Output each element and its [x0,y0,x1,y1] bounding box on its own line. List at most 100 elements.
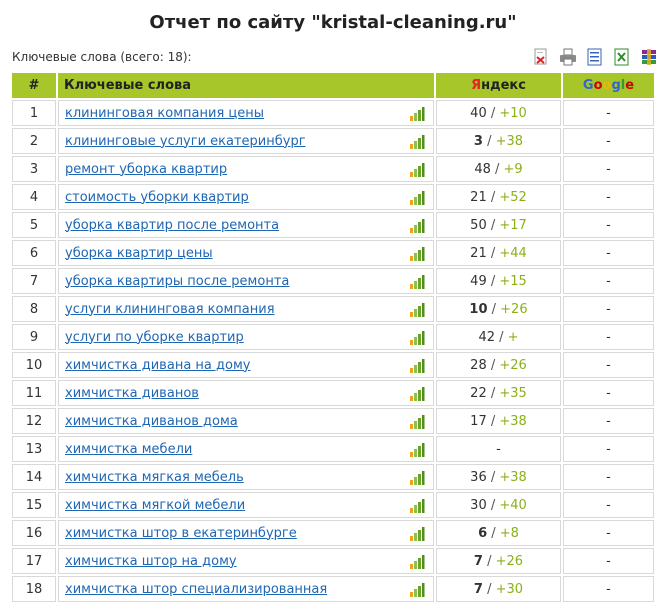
keyword-link[interactable]: химчистка штор на дому [65,554,237,569]
yandex-cell: 30 / +40 [436,492,561,518]
yandex-separator: / [486,189,500,205]
bar-chart-icon[interactable] [409,330,425,346]
google-cell: - [563,324,654,350]
google-logo-letter: G [582,78,594,93]
keyword-link[interactable]: уборка квартир цены [65,246,213,261]
keyword-link[interactable]: ремонт уборка квартир [65,162,227,177]
keyword-link[interactable]: уборка квартиры после ремонта [65,274,289,289]
keyword-cell: уборка квартиры после ремонта [58,268,434,294]
google-cell: - [563,296,654,322]
yandex-cell: 6 / +8 [436,520,561,546]
table-row: 2 клининговые услуги екатеринбург 3 / +38- [12,128,654,154]
keyword-link[interactable]: химчистка штор в екатеринбурге [65,526,297,541]
yandex-position: 6 [478,525,488,541]
yandex-change: +38 [499,469,527,485]
keyword-link[interactable]: химчистка мягкая мебель [65,470,244,485]
row-number: 6 [12,240,56,266]
keyword-cell: химчистка штор на дому [58,548,434,574]
keyword-link[interactable]: стоимость уборки квартир [65,190,249,205]
bar-chart-icon[interactable] [409,582,425,598]
yandex-separator: / [487,525,500,541]
excel-export-icon[interactable] [613,48,631,66]
row-number: 2 [12,128,56,154]
word-export-icon[interactable] [586,48,604,66]
bar-chart-icon[interactable] [409,358,425,374]
yandex-change: +44 [499,245,527,261]
keyword-link[interactable]: химчистка диванов дома [65,414,238,429]
keyword-link[interactable]: химчистка штор специализированная [65,582,327,597]
bar-chart-icon[interactable] [409,386,425,402]
google-cell: - [563,128,654,154]
yandex-position: 21 [470,189,487,205]
bar-chart-icon[interactable] [409,526,425,542]
archive-export-icon[interactable] [640,48,658,66]
yandex-change: +26 [495,553,524,569]
bar-chart-icon[interactable] [409,414,425,430]
table-row: 4 стоимость уборки квартир 21 / +52- [12,184,654,210]
keyword-cell: химчистка мягкая мебель [58,464,434,490]
yandex-cell: 10 / +26 [436,296,561,322]
keyword-link[interactable]: химчистка мебели [65,442,192,457]
bar-chart-icon[interactable] [409,162,425,178]
google-cell: - [563,492,654,518]
yandex-separator: / [494,329,508,345]
row-number: 7 [12,268,56,294]
yandex-position: - [496,441,501,457]
bar-chart-icon[interactable] [409,190,425,206]
keyword-link[interactable]: уборка квартир после ремонта [65,218,279,233]
yandex-position: 7 [473,581,483,597]
yandex-position: 49 [470,273,487,289]
bar-chart-icon[interactable] [409,442,425,458]
yandex-cell: 21 / +44 [436,240,561,266]
bar-chart-icon[interactable] [409,554,425,570]
pdf-export-icon[interactable] [532,48,550,66]
bar-chart-icon[interactable] [409,274,425,290]
google-cell: - [563,576,654,602]
table-row: 17 химчистка штор на дому 7 / +26- [12,548,654,574]
print-icon[interactable] [559,48,577,66]
bar-chart-icon[interactable] [409,134,425,150]
bar-chart-icon[interactable] [409,218,425,234]
keyword-link[interactable]: клининговые услуги екатеринбург [65,134,306,149]
keyword-link[interactable]: услуги клининговая компания [65,302,275,317]
yandex-cell: 17 / +38 [436,408,561,434]
table-row: 5 уборка квартир после ремонта 50 / +17- [12,212,654,238]
bar-chart-icon[interactable] [409,470,425,486]
yandex-separator: / [486,413,500,429]
yandex-change: +17 [499,217,527,233]
bar-chart-icon[interactable] [409,302,425,318]
table-row: 1 клининговая компания цены 40 / +10- [12,100,654,126]
google-cell: - [563,352,654,378]
keyword-link[interactable]: услуги по уборке квартир [65,330,244,345]
bar-chart-icon[interactable] [409,498,425,514]
yandex-cell: 7 / +26 [436,548,561,574]
yandex-cell: 48 / +9 [436,156,561,182]
bar-chart-icon[interactable] [409,246,425,262]
yandex-change: +8 [499,525,519,541]
yandex-cell: 49 / +15 [436,268,561,294]
header-google: Google [563,73,654,98]
table-row: 11 химчистка диванов 22 / +35- [12,380,654,406]
keyword-cell: услуги клининговая компания [58,296,434,322]
header-keywords: Ключевые слова [58,73,434,98]
keyword-link[interactable]: клининговая компания цены [65,106,264,121]
keyword-link[interactable]: химчистка дивана на дому [65,358,250,373]
keyword-link[interactable]: химчистка мягкой мебели [65,498,245,513]
table-row: 18 химчистка штор специализированная 7 / +… [12,576,654,602]
google-logo-letter: o [593,78,603,93]
row-number: 13 [12,436,56,462]
row-number: 12 [12,408,56,434]
yandex-separator: / [486,357,500,373]
yandex-change: +52 [499,189,527,205]
keyword-cell: клининговая компания цены [58,100,434,126]
table-row: 15 химчистка мягкой мебели 30 / +40- [12,492,654,518]
yandex-cell: 7 / +30 [436,576,561,602]
bar-chart-icon[interactable] [409,106,425,122]
keyword-link[interactable]: химчистка диванов [65,386,199,401]
yandex-separator: / [486,217,500,233]
yandex-separator: / [482,133,496,149]
yandex-separator: / [486,385,500,401]
yandex-separator: / [486,245,500,261]
yandex-change: +35 [499,385,527,401]
yandex-change: +10 [499,105,527,121]
